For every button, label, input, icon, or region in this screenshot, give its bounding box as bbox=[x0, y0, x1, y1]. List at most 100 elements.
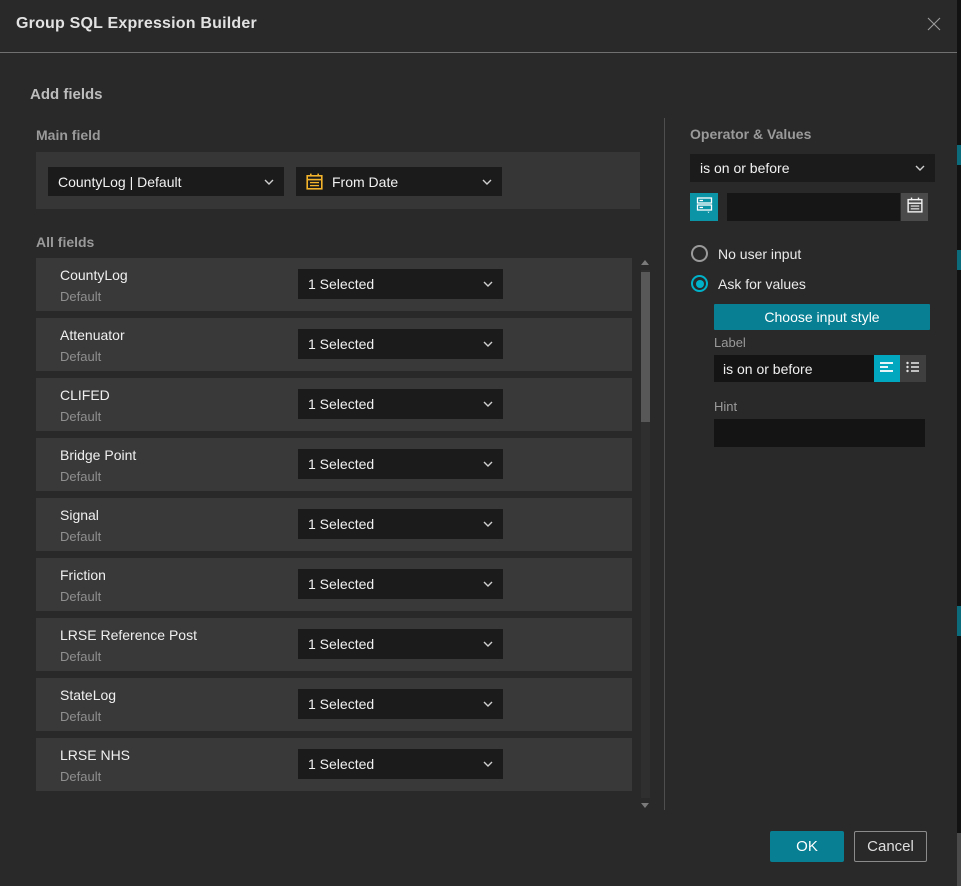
field-name: LRSE NHS bbox=[60, 747, 130, 763]
choose-input-style-button[interactable]: Choose input style bbox=[714, 304, 930, 330]
scroll-up-arrow-icon[interactable] bbox=[641, 260, 649, 265]
field-sublabel: Default bbox=[60, 409, 101, 424]
main-field-panel: CountyLog | Default From Date bbox=[36, 152, 640, 209]
operator-select[interactable]: is on or before bbox=[690, 154, 935, 182]
field-selection-dropdown[interactable]: 1 Selected bbox=[298, 509, 503, 539]
field-sublabel: Default bbox=[60, 529, 101, 544]
field-selection-dropdown[interactable]: 1 Selected bbox=[298, 329, 503, 359]
field-row-lrse-nhs: LRSE NHS Default 1 Selected bbox=[36, 738, 632, 791]
radio-ask-for-values[interactable]: Ask for values bbox=[691, 275, 806, 292]
field-sublabel: Default bbox=[60, 349, 101, 364]
chevron-down-icon bbox=[483, 341, 493, 347]
layer-select[interactable]: CountyLog | Default bbox=[48, 167, 284, 196]
dialog-titlebar: Group SQL Expression Builder bbox=[0, 0, 957, 53]
group-sql-expression-builder-dialog: Group SQL Expression Builder Add fields … bbox=[0, 0, 961, 886]
field-name: Attenuator bbox=[60, 327, 125, 343]
field-name: CLIFED bbox=[60, 387, 110, 403]
field-selection-dropdown[interactable]: 1 Selected bbox=[298, 269, 503, 299]
field-row-bridge-point: Bridge Point Default 1 Selected bbox=[36, 438, 632, 491]
radio-label: Ask for values bbox=[718, 276, 806, 292]
field-sublabel: Default bbox=[60, 589, 101, 604]
field-sublabel: Default bbox=[60, 289, 101, 304]
main-field-select-value: From Date bbox=[332, 174, 398, 190]
field-row-countylog: CountyLog Default 1 Selected bbox=[36, 258, 632, 311]
chevron-down-icon bbox=[483, 281, 493, 287]
field-row-clifed: CLIFED Default 1 Selected bbox=[36, 378, 632, 431]
field-sublabel: Default bbox=[60, 769, 101, 784]
selection-value: 1 Selected bbox=[308, 516, 374, 532]
hint-input[interactable] bbox=[714, 419, 925, 447]
operator-values-heading: Operator & Values bbox=[690, 126, 811, 142]
chevron-down-icon bbox=[482, 179, 492, 185]
label-field-label: Label bbox=[714, 335, 746, 350]
field-selection-dropdown[interactable]: 1 Selected bbox=[298, 389, 503, 419]
selection-value: 1 Selected bbox=[308, 456, 374, 472]
selection-value: 1 Selected bbox=[308, 336, 374, 352]
all-fields-label: All fields bbox=[36, 234, 94, 250]
input-type-icon bbox=[696, 196, 713, 218]
selection-value: 1 Selected bbox=[308, 276, 374, 292]
selection-value: 1 Selected bbox=[308, 756, 374, 772]
field-selection-dropdown[interactable]: 1 Selected bbox=[298, 569, 503, 599]
field-name: Friction bbox=[60, 567, 106, 583]
radio-no-user-input[interactable]: No user input bbox=[691, 245, 801, 262]
field-selection-dropdown[interactable]: 1 Selected bbox=[298, 449, 503, 479]
selection-value: 1 Selected bbox=[308, 396, 374, 412]
add-fields-heading: Add fields bbox=[30, 86, 103, 103]
close-icon bbox=[926, 16, 942, 37]
calendar-icon bbox=[306, 173, 323, 190]
selection-value: 1 Selected bbox=[308, 636, 374, 652]
field-name: Bridge Point bbox=[60, 447, 136, 463]
field-name: LRSE Reference Post bbox=[60, 627, 197, 643]
align-left-icon bbox=[880, 360, 894, 378]
field-selection-dropdown[interactable]: 1 Selected bbox=[298, 629, 503, 659]
field-sublabel: Default bbox=[60, 649, 101, 664]
ok-button[interactable]: OK bbox=[770, 831, 844, 862]
chevron-down-icon bbox=[483, 461, 493, 467]
radio-selected-icon bbox=[691, 275, 708, 292]
field-row-clip: LRSE NHS Default 1 Selected bbox=[36, 738, 632, 793]
chevron-down-icon bbox=[483, 701, 493, 707]
main-field-select[interactable]: From Date bbox=[296, 167, 502, 196]
panel-divider bbox=[664, 118, 665, 810]
field-row-statelog: StateLog Default 1 Selected bbox=[36, 678, 632, 731]
field-sublabel: Default bbox=[60, 469, 101, 484]
label-input[interactable] bbox=[714, 355, 874, 382]
chevron-down-icon bbox=[483, 761, 493, 767]
field-row-attenuator: Attenuator Default 1 Selected bbox=[36, 318, 632, 371]
input-style-list-button[interactable] bbox=[900, 355, 926, 382]
value-input-type-button[interactable] bbox=[690, 193, 718, 221]
selection-value: 1 Selected bbox=[308, 576, 374, 592]
background-app-edge bbox=[957, 0, 961, 886]
chevron-down-icon bbox=[483, 521, 493, 527]
chevron-down-icon bbox=[483, 581, 493, 587]
scroll-down-arrow-icon[interactable] bbox=[641, 803, 649, 808]
field-name: Signal bbox=[60, 507, 99, 523]
field-name: StateLog bbox=[60, 687, 116, 703]
selection-value: 1 Selected bbox=[308, 696, 374, 712]
fields-scrollbar[interactable] bbox=[640, 258, 651, 810]
field-row-friction: Friction Default 1 Selected bbox=[36, 558, 632, 611]
layer-select-value: CountyLog | Default bbox=[58, 174, 182, 190]
cancel-button[interactable]: Cancel bbox=[854, 831, 927, 862]
field-selection-dropdown[interactable]: 1 Selected bbox=[298, 689, 503, 719]
chevron-down-icon bbox=[915, 165, 925, 171]
scrollbar-thumb[interactable] bbox=[641, 272, 650, 422]
hint-field-label: Hint bbox=[714, 399, 737, 414]
chevron-down-icon bbox=[264, 179, 274, 185]
date-picker-button[interactable] bbox=[901, 193, 928, 221]
radio-icon bbox=[691, 245, 708, 262]
field-row-lrse-reference-post: LRSE Reference Post Default 1 Selected bbox=[36, 618, 632, 671]
field-selection-dropdown[interactable]: 1 Selected bbox=[298, 749, 503, 779]
calendar-icon bbox=[907, 197, 923, 218]
radio-label: No user input bbox=[718, 246, 801, 262]
input-style-align-button[interactable] bbox=[874, 355, 900, 382]
chevron-down-icon bbox=[483, 641, 493, 647]
main-field-label: Main field bbox=[36, 127, 101, 143]
operator-select-value: is on or before bbox=[700, 160, 790, 176]
value-input[interactable] bbox=[727, 193, 900, 221]
close-button[interactable] bbox=[922, 14, 946, 38]
chevron-down-icon bbox=[483, 401, 493, 407]
field-name: CountyLog bbox=[60, 267, 128, 283]
field-row-signal: Signal Default 1 Selected bbox=[36, 498, 632, 551]
